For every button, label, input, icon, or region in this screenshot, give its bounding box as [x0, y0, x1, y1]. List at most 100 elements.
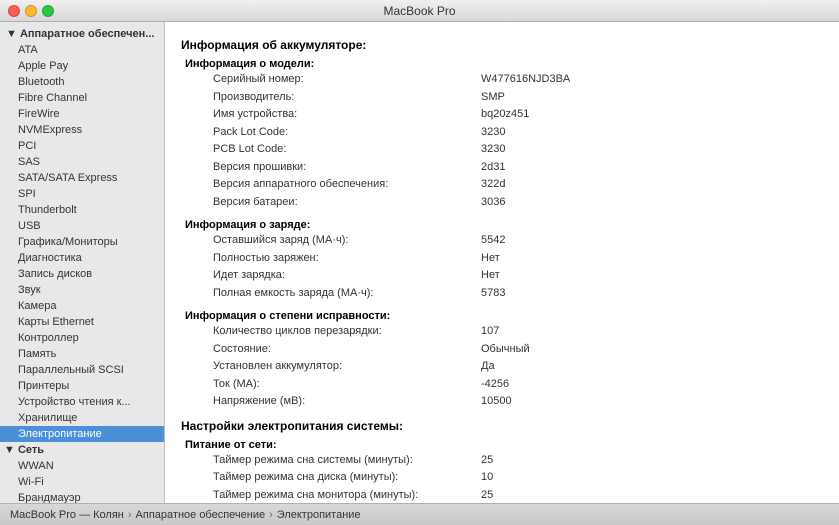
sidebar-item-parallel[interactable]: Параллельный SCSI — [0, 362, 164, 378]
model-value-4: 3230 — [481, 141, 505, 158]
charge-label-3: Полная емкость заряда (МА·ч): — [181, 285, 481, 302]
ac-value-2: 25 — [481, 487, 493, 504]
breadcrumb-item-2: Электропитание — [277, 509, 361, 521]
window-title: MacBook Pro — [383, 4, 455, 18]
model-row-4: PCB Lot Code: 3230 — [181, 141, 823, 159]
breadcrumb-item-0: MacBook Pro — Колян — [10, 509, 124, 521]
sidebar-item-sas[interactable]: SAS — [0, 154, 164, 170]
health-value-3: -4256 — [481, 376, 509, 393]
health-row-1: Состояние: Обычный — [181, 341, 823, 359]
sidebar-item-nvme[interactable]: NVMExpress — [0, 122, 164, 138]
traffic-lights — [8, 5, 54, 17]
sidebar-item-camera[interactable]: Камера — [0, 298, 164, 314]
sidebar-item-printers[interactable]: Принтеры — [0, 378, 164, 394]
health-label-1: Состояние: — [181, 341, 481, 358]
close-button[interactable] — [8, 5, 20, 17]
charge-row-2: Идет зарядка: Нет — [181, 267, 823, 285]
model-label-7: Версия батареи: — [181, 194, 481, 211]
sidebar-item-apple-pay[interactable]: Apple Pay — [0, 58, 164, 74]
sidebar-item-sound[interactable]: Звук — [0, 282, 164, 298]
sidebar: ▼ Аппаратное обеспечен... ATA Apple Pay … — [0, 22, 165, 503]
sidebar-item-memory[interactable]: Память — [0, 346, 164, 362]
sidebar-item-wifi[interactable]: Wi-Fi — [0, 474, 164, 490]
sidebar-item-firewire[interactable]: FireWire — [0, 106, 164, 122]
health-value-2: Да — [481, 358, 495, 375]
model-label-2: Имя устройства: — [181, 106, 481, 123]
model-value-0: W477616NJD3BA — [481, 71, 570, 88]
model-label-4: PCB Lot Code: — [181, 141, 481, 158]
maximize-button[interactable] — [42, 5, 54, 17]
hardware-section-header[interactable]: ▼ Аппаратное обеспечен... — [0, 26, 164, 42]
model-value-3: 3230 — [481, 124, 505, 141]
charge-value-1: Нет — [481, 250, 500, 267]
sidebar-item-usb[interactable]: USB — [0, 218, 164, 234]
health-value-1: Обычный — [481, 341, 530, 358]
ac-row-1: Таймер режима сна диска (минуты): 10 — [181, 469, 823, 487]
breadcrumb-item-1: Аппаратное обеспечение — [136, 509, 266, 521]
sidebar-item-pci[interactable]: PCI — [0, 138, 164, 154]
sidebar-item-storage[interactable]: Хранилище — [0, 410, 164, 426]
charge-block: Информация о заряде: Оставшийся заряд (М… — [181, 219, 823, 302]
ac-value-1: 10 — [481, 469, 493, 486]
health-block: Информация о степени исправности: Количе… — [181, 310, 823, 411]
ac-row-2: Таймер режима сна монитора (минуты): 25 — [181, 487, 823, 504]
health-row-0: Количество циклов перезарядки: 107 — [181, 323, 823, 341]
sidebar-item-ethernet[interactable]: Карты Ethernet — [0, 314, 164, 330]
sidebar-item-firewall[interactable]: Брандмауэр — [0, 490, 164, 503]
model-row-2: Имя устройства: bq20z451 — [181, 106, 823, 124]
ac-label-2: Таймер режима сна монитора (минуты): — [181, 487, 481, 504]
sidebar-item-wwan[interactable]: WWAN — [0, 458, 164, 474]
charge-row-3: Полная емкость заряда (МА·ч): 5783 — [181, 285, 823, 303]
charge-value-2: Нет — [481, 267, 500, 284]
model-row-6: Версия аппаратного обеспечения: 322d — [181, 176, 823, 194]
health-label-2: Установлен аккумулятор: — [181, 358, 481, 375]
model-label-3: Pack Lot Code: — [181, 124, 481, 141]
network-section-header[interactable]: ▼ Сеть — [0, 442, 164, 458]
charge-label-2: Идет зарядка: — [181, 267, 481, 284]
titlebar: MacBook Pro — [0, 0, 839, 22]
minimize-button[interactable] — [25, 5, 37, 17]
sidebar-item-controller[interactable]: Контроллер — [0, 330, 164, 346]
model-row-5: Версия прошивки: 2d31 — [181, 159, 823, 177]
content-area: Информация об аккумуляторе: Информация о… — [165, 22, 839, 503]
ac-row-0: Таймер режима сна системы (минуты): 25 — [181, 452, 823, 470]
model-label-1: Производитель: — [181, 89, 481, 106]
health-sub-title: Информация о степени исправности: — [181, 310, 823, 322]
sidebar-item-disc[interactable]: Запись дисков — [0, 266, 164, 282]
model-row-1: Производитель: SMP — [181, 89, 823, 107]
model-sub-title: Информация о модели: — [181, 58, 823, 70]
health-value-4: 10500 — [481, 393, 512, 410]
model-row-0: Серийный номер: W477616NJD3BA — [181, 71, 823, 89]
charge-sub-title: Информация о заряде: — [181, 219, 823, 231]
model-label-0: Серийный номер: — [181, 71, 481, 88]
sidebar-item-ata[interactable]: ATA — [0, 42, 164, 58]
sidebar-item-power[interactable]: Электропитание — [0, 426, 164, 442]
breadcrumb-sep-1: › — [269, 509, 273, 521]
health-label-4: Напряжение (мВ): — [181, 393, 481, 410]
health-label-3: Ток (MA): — [181, 376, 481, 393]
health-value-0: 107 — [481, 323, 499, 340]
sidebar-item-spi[interactable]: SPI — [0, 186, 164, 202]
model-label-5: Версия прошивки: — [181, 159, 481, 176]
sidebar-item-fibre[interactable]: Fibre Channel — [0, 90, 164, 106]
ac-block: Питание от сети: Таймер режима сна систе… — [181, 439, 823, 504]
model-value-1: SMP — [481, 89, 505, 106]
model-row-3: Pack Lot Code: 3230 — [181, 124, 823, 142]
main-container: ▼ Аппаратное обеспечен... ATA Apple Pay … — [0, 22, 839, 503]
breadcrumb-sep-0: › — [128, 509, 132, 521]
sidebar-item-sata[interactable]: SATA/SATA Express — [0, 170, 164, 186]
health-row-3: Ток (MA): -4256 — [181, 376, 823, 394]
sidebar-item-thunderbolt[interactable]: Thunderbolt — [0, 202, 164, 218]
sidebar-item-graphics[interactable]: Графика/Мониторы — [0, 234, 164, 250]
sidebar-item-diagnostics[interactable]: Диагностика — [0, 250, 164, 266]
model-value-7: 3036 — [481, 194, 505, 211]
power-section-title: Настройки электропитания системы: — [181, 419, 823, 433]
model-row-7: Версия батареи: 3036 — [181, 194, 823, 212]
ac-label-1: Таймер режима сна диска (минуты): — [181, 469, 481, 486]
health-label-0: Количество циклов перезарядки: — [181, 323, 481, 340]
model-value-2: bq20z451 — [481, 106, 529, 123]
model-value-6: 322d — [481, 176, 505, 193]
sidebar-item-bluetooth[interactable]: Bluetooth — [0, 74, 164, 90]
sidebar-item-card-reader[interactable]: Устройство чтения к... — [0, 394, 164, 410]
model-block: Информация о модели: Серийный номер: W47… — [181, 58, 823, 211]
